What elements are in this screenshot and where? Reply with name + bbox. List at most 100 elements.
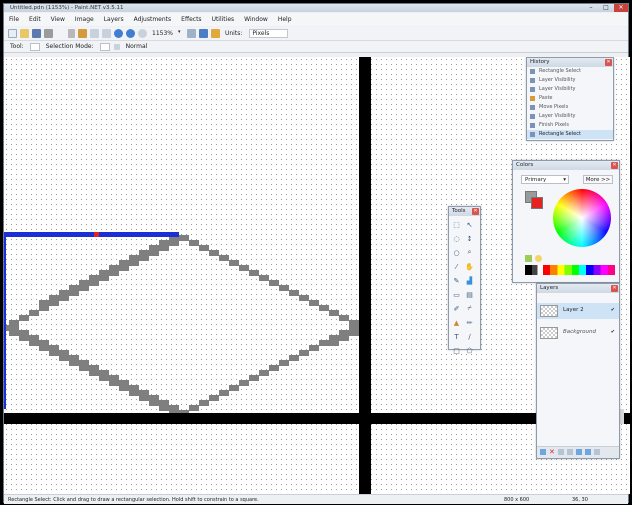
antialias-icon[interactable] — [113, 43, 120, 50]
close-icon[interactable]: ✕ — [605, 59, 612, 66]
visibility-checkbox-icon[interactable]: ✔ — [611, 329, 615, 335]
visibility-checkbox-icon[interactable]: ✔ — [611, 307, 615, 313]
pan-icon[interactable]: ✋ — [464, 261, 475, 272]
undo-icon[interactable] — [114, 29, 123, 38]
ellipse-select-icon[interactable]: ○ — [451, 247, 462, 258]
history-item[interactable]: Layer Visibility — [527, 76, 613, 85]
freeform-icon[interactable]: ⬠ — [464, 345, 475, 356]
close-icon[interactable]: ✕ — [611, 285, 618, 292]
status-bar: Rectangle Select: Click and drag to draw… — [4, 494, 628, 504]
delete-layer-icon[interactable]: ✕ — [549, 449, 555, 456]
image-canvas[interactable]: History ✕ Rectangle Select Layer Visibil… — [4, 57, 630, 494]
paste-icon[interactable] — [78, 29, 87, 38]
diamond-pixel — [139, 250, 149, 256]
menu-edit[interactable]: Edit — [24, 16, 46, 23]
diamond-pixel — [219, 255, 229, 261]
selection-mode-select[interactable] — [99, 42, 110, 51]
close-icon[interactable]: ✕ — [611, 162, 618, 169]
palette-strip[interactable] — [525, 265, 615, 275]
layer-row-selected[interactable]: Layer 2 ✔ — [537, 303, 619, 319]
menu-view[interactable]: View — [46, 16, 70, 23]
history-item[interactable]: Paste — [527, 94, 613, 103]
cursor-coords: 36, 30 — [572, 497, 588, 503]
blend-mode-select[interactable]: Normal — [126, 43, 148, 50]
tool-select[interactable] — [29, 42, 40, 51]
color-option-icon[interactable] — [525, 255, 532, 262]
line-icon[interactable]: ∕ — [464, 331, 475, 342]
color-picker-icon[interactable]: ⌿ — [464, 303, 475, 314]
open-folder-icon[interactable] — [20, 29, 29, 38]
move-icon[interactable]: ↖ — [464, 219, 475, 230]
maximize-button[interactable]: □ — [599, 4, 613, 12]
save-icon[interactable] — [32, 29, 41, 38]
copy-icon[interactable] — [68, 29, 75, 38]
history-item[interactable]: Finish Pixels — [527, 121, 613, 130]
move-selection-icon[interactable]: ↕ — [464, 233, 475, 244]
paint-bucket-icon[interactable]: ▟ — [464, 275, 475, 286]
primary-color-swatch[interactable] — [531, 197, 543, 209]
add-layer-icon[interactable] — [540, 449, 546, 455]
rulers-icon[interactable] — [210, 29, 220, 38]
color-mode-select[interactable]: Primary ▾ — [521, 175, 569, 184]
diamond-pixel — [19, 315, 29, 321]
diamond-pixel — [39, 340, 49, 346]
history-title: History ✕ — [527, 58, 613, 67]
colors-title-text: Colors — [516, 162, 534, 168]
history-item[interactable]: Rectangle Select — [527, 67, 613, 76]
more-colors-button[interactable]: More >> — [583, 175, 613, 184]
selection-mode-label: Selection Mode: — [45, 43, 94, 50]
color-option-icon[interactable] — [535, 255, 542, 262]
deselect-icon[interactable] — [102, 29, 111, 38]
history-item[interactable]: Layer Visibility — [527, 85, 613, 94]
merge-layer-icon[interactable] — [567, 449, 573, 455]
close-icon[interactable]: ✕ — [472, 208, 479, 215]
lasso-icon[interactable]: ◌ — [451, 233, 462, 244]
history-item[interactable]: Layer Visibility — [527, 112, 613, 121]
menu-utilities[interactable]: Utilities — [207, 16, 240, 23]
menu-file[interactable]: File — [4, 16, 24, 23]
move-layer-down-icon[interactable] — [585, 449, 591, 455]
zoom-icon[interactable]: ⌕ — [464, 247, 475, 258]
print-icon[interactable] — [44, 29, 53, 38]
diamond-pixel — [19, 330, 29, 336]
diamond-pixel — [269, 280, 279, 286]
new-file-icon[interactable] — [8, 29, 17, 38]
duplicate-layer-icon[interactable] — [558, 449, 564, 455]
color-wheel[interactable] — [553, 189, 611, 247]
menu-adjustments[interactable]: Adjustments — [129, 16, 177, 23]
menu-image[interactable]: Image — [70, 16, 99, 23]
menu-window[interactable]: Window — [239, 16, 273, 23]
rectangle-select-icon[interactable]: ⬚ — [451, 219, 462, 230]
history-item-selected[interactable]: Rectangle Select — [527, 130, 613, 139]
units-select[interactable]: Pixels — [249, 29, 289, 38]
menu-layers[interactable]: Layers — [99, 16, 129, 23]
pixel-grid-icon[interactable] — [198, 29, 208, 38]
paintbrush-icon[interactable]: ✎ — [451, 275, 462, 286]
app-window: Untitled.pdn (1153%) - Paint.NET v3.5.11… — [3, 3, 630, 504]
zoom-dropdown-icon[interactable]: ▾ — [178, 29, 184, 38]
diamond-pixel — [179, 235, 189, 241]
eraser-icon[interactable]: ▭ — [451, 289, 462, 300]
crop-icon[interactable] — [90, 29, 99, 38]
zoom-value[interactable]: 1153% — [152, 30, 173, 37]
recolor-icon[interactable]: ✏ — [464, 317, 475, 328]
magic-wand-icon[interactable]: ⁄ — [451, 261, 462, 272]
pencil-icon[interactable]: ✐ — [451, 303, 462, 314]
layer-properties-icon[interactable] — [594, 449, 600, 455]
gradient-icon[interactable]: ▤ — [464, 289, 475, 300]
diamond-pixel — [309, 345, 319, 351]
close-button[interactable]: ✕ — [614, 4, 628, 12]
redo-icon[interactable] — [126, 29, 135, 38]
menu-help[interactable]: Help — [273, 16, 297, 23]
text-icon[interactable]: T — [451, 331, 462, 342]
layer-row[interactable]: Background ✔ — [537, 325, 619, 341]
clone-stamp-icon[interactable]: ▲ — [451, 317, 462, 328]
shapes-icon[interactable]: □ — [451, 345, 462, 356]
minimize-button[interactable]: – — [584, 4, 598, 12]
move-layer-up-icon[interactable] — [576, 449, 582, 455]
menu-effects[interactable]: Effects — [176, 16, 206, 23]
grid-icon[interactable] — [186, 29, 196, 38]
cut-icon[interactable] — [56, 29, 65, 38]
history-item[interactable]: Move Pixels — [527, 103, 613, 112]
diamond-pixel — [329, 340, 339, 346]
